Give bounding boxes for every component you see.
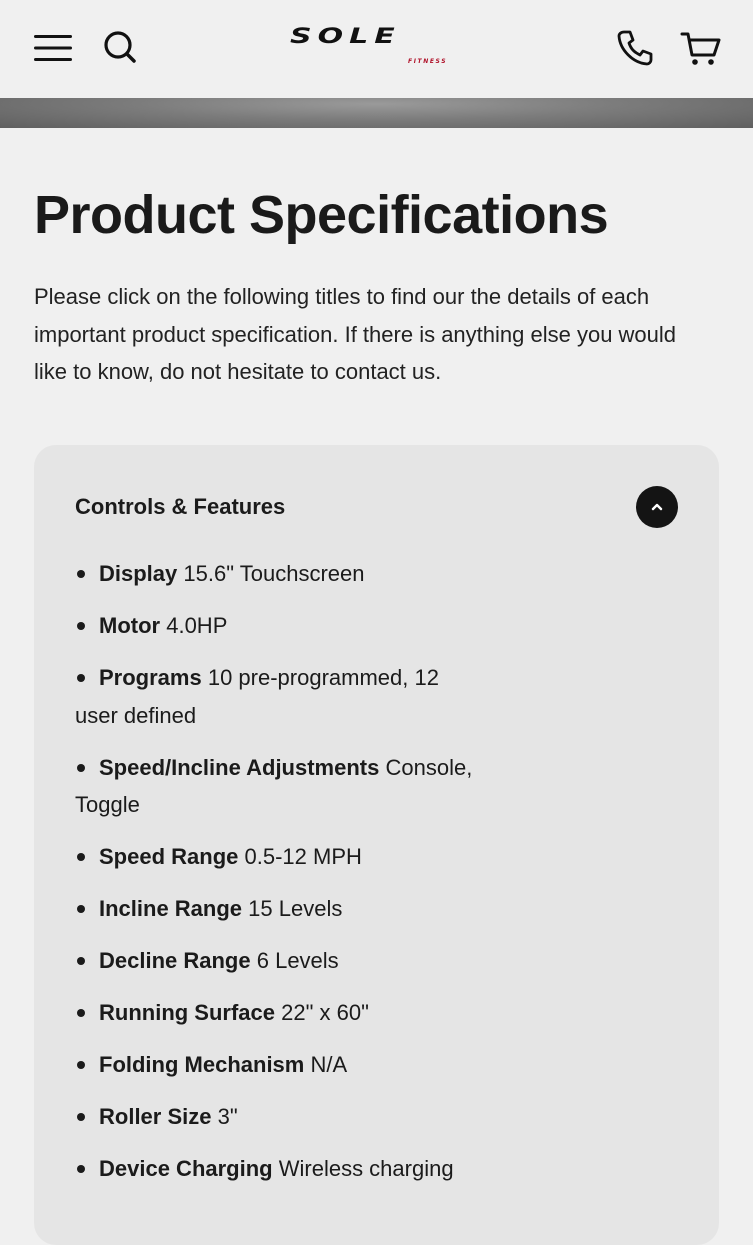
spec-value: 22" x 60" (281, 1000, 369, 1025)
spec-list: Display 15.6" Touchscreen Motor 4.0HP Pr… (75, 555, 475, 1202)
intro-paragraph: Please click on the following titles to … (34, 284, 677, 384)
bullet (77, 905, 85, 913)
spec-item-roller-size: Roller Size 3" (75, 1098, 475, 1136)
spec-value: 4.0HP (166, 613, 228, 638)
spec-value: 0.5-12 MPH (244, 844, 362, 869)
spec-item-speed-range: Speed Range 0.5-12 MPH (75, 838, 475, 876)
spec-label: Incline Range (99, 896, 243, 921)
spec-item-motor: Motor 4.0HP (75, 607, 475, 645)
spec-item-display: Display 15.6" Touchscreen (75, 555, 475, 593)
bullet (77, 1113, 85, 1121)
search-icon (104, 31, 136, 63)
menu-button[interactable] (32, 28, 74, 68)
spec-item-running-surface: Running Surface 22" x 60" (75, 994, 475, 1032)
accordion-controls-features: Controls & Features Display 15.6" Touchs… (34, 445, 719, 1245)
phone-icon (617, 30, 653, 66)
spec-label: Roller Size (99, 1104, 212, 1129)
spec-item-speed-incline-adjustments: Speed/Incline Adjustments Console, Toggl… (75, 749, 475, 824)
accordion-header[interactable]: Controls & Features (34, 445, 719, 565)
page-title: Product Specifications (34, 185, 609, 245)
spec-item-device-charging: Device Charging Wireless charging (75, 1150, 539, 1188)
bullet (77, 1165, 85, 1173)
spec-item-folding-mechanism: Folding Mechanism N/A (75, 1046, 475, 1084)
spec-label: Motor (99, 613, 161, 638)
cart-icon (680, 32, 721, 65)
site-header: SOLE FITNESS (0, 0, 753, 98)
bullet (77, 853, 85, 861)
bullet (77, 570, 85, 578)
bullet (77, 957, 85, 965)
spec-label: Running Surface (99, 1000, 276, 1025)
spec-label: Speed Range (99, 844, 239, 869)
spec-value: Wireless charging (278, 1156, 454, 1181)
bullet (77, 763, 85, 772)
call-button[interactable] (612, 26, 658, 70)
bullet (77, 674, 85, 682)
search-button[interactable] (100, 26, 140, 68)
bullet (77, 1009, 85, 1017)
spec-value: N/A (310, 1052, 348, 1077)
chevron-up-icon (651, 503, 663, 511)
logo-wordmark: SOLE (290, 23, 401, 49)
spec-label: Decline Range (99, 948, 251, 973)
spec-item-programs: Programs 10 pre-programmed, 12 user defi… (75, 659, 475, 734)
spec-value: 15 Levels (248, 896, 343, 921)
spec-value: 6 Levels (256, 948, 339, 973)
spec-label: Programs (99, 665, 202, 690)
hero-image-strip (0, 98, 753, 128)
logo-subtext: FITNESS (408, 58, 448, 65)
bullet (77, 1061, 85, 1069)
brand-logo[interactable]: SOLE FITNESS (290, 22, 465, 72)
spec-label: Speed/Incline Adjustments (99, 754, 380, 780)
spec-item-decline-range: Decline Range 6 Levels (75, 942, 475, 980)
spec-value: 15.6" Touchscreen (183, 561, 365, 586)
spec-label: Device Charging (99, 1156, 273, 1181)
cart-button[interactable] (678, 26, 724, 70)
accordion-toggle-button[interactable] (636, 486, 678, 528)
spec-value: 3" (217, 1104, 238, 1129)
spec-label: Folding Mechanism (99, 1052, 305, 1077)
spec-item-incline-range: Incline Range 15 Levels (75, 890, 475, 928)
accordion-title: Controls & Features (75, 494, 286, 519)
spec-label: Display (99, 561, 178, 586)
hamburger-menu-icon (34, 35, 72, 61)
bullet (77, 622, 85, 630)
